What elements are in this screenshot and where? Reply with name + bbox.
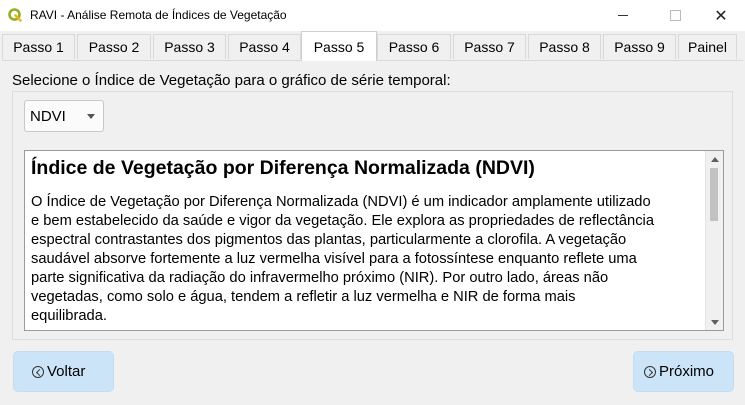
tab-passo-3[interactable]: Passo 3 bbox=[153, 34, 226, 59]
description-paragraph: O Índice de Vegetação por Diferença Norm… bbox=[31, 193, 703, 326]
description-line: e bem estabelecido da saúde e vigor da v… bbox=[31, 213, 654, 229]
minimize-icon bbox=[618, 15, 628, 16]
qgis-logo-icon bbox=[8, 8, 22, 22]
selected-index-value: NDVI bbox=[30, 108, 66, 125]
description-line: saudável absorve fortemente a luz vermel… bbox=[31, 251, 637, 267]
close-icon: ✕ bbox=[714, 6, 728, 25]
window-title: RAVI - Análise Remota de Índices de Vege… bbox=[30, 8, 287, 22]
maximize-icon bbox=[669, 10, 681, 21]
index-prompt-label: Selecione o Índice de Vegetação para o g… bbox=[12, 72, 451, 89]
chevron-down-icon bbox=[87, 114, 95, 119]
tab-passo-5[interactable]: Passo 5 bbox=[301, 31, 377, 61]
scroll-down-button[interactable] bbox=[706, 314, 723, 330]
vertical-scrollbar[interactable] bbox=[705, 151, 723, 330]
back-button[interactable]: Voltar bbox=[13, 351, 114, 392]
triangle-down-icon bbox=[710, 319, 719, 325]
next-button-label: Próximo bbox=[659, 363, 715, 380]
description-line: vegetadas, como solo e água, tendem a re… bbox=[31, 289, 576, 305]
title-bar: RAVI - Análise Remota de Índices de Vege… bbox=[0, 0, 745, 31]
tab-passo-6[interactable]: Passo 6 bbox=[377, 34, 451, 59]
tab-passo-9[interactable]: Passo 9 bbox=[603, 34, 676, 59]
circle-arrow-left-icon bbox=[32, 365, 44, 378]
description-line: parte significativa da radiação do infra… bbox=[31, 270, 609, 286]
minimize-button[interactable] bbox=[600, 0, 646, 31]
tab-passo-8[interactable]: Passo 8 bbox=[528, 34, 601, 59]
tab-passo-1[interactable]: Passo 1 bbox=[2, 34, 75, 59]
tab-passo-7[interactable]: Passo 7 bbox=[453, 34, 526, 59]
description-line: espectral contrastantes dos pigmentos da… bbox=[31, 232, 627, 248]
description-line: equilibrada. bbox=[31, 308, 107, 324]
scroll-thumb[interactable] bbox=[710, 168, 718, 221]
tab-bar: Passo 1 Passo 2 Passo 3 Passo 4 Passo 5 … bbox=[0, 31, 745, 61]
tab-passo-4[interactable]: Passo 4 bbox=[228, 34, 301, 59]
tab-painel[interactable]: Painel bbox=[678, 34, 737, 59]
scroll-up-button[interactable] bbox=[706, 151, 723, 167]
description-heading: Índice de Vegetação por Diferença Normal… bbox=[31, 157, 535, 179]
maximize-button[interactable] bbox=[652, 0, 698, 31]
tab-passo-2[interactable]: Passo 2 bbox=[77, 34, 151, 59]
index-description-textbox[interactable]: Índice de Vegetação por Diferença Normal… bbox=[24, 150, 724, 331]
circle-arrow-right-icon bbox=[644, 365, 656, 378]
back-button-label: Voltar bbox=[47, 363, 86, 380]
description-line: O Índice de Vegetação por Diferença Norm… bbox=[31, 194, 651, 210]
next-button[interactable]: Próximo bbox=[633, 351, 734, 392]
description-content: Índice de Vegetação por Diferença Normal… bbox=[31, 155, 703, 326]
close-button[interactable]: ✕ bbox=[698, 0, 744, 31]
triangle-up-icon bbox=[710, 156, 719, 162]
vegetation-index-select[interactable]: NDVI bbox=[24, 100, 104, 132]
